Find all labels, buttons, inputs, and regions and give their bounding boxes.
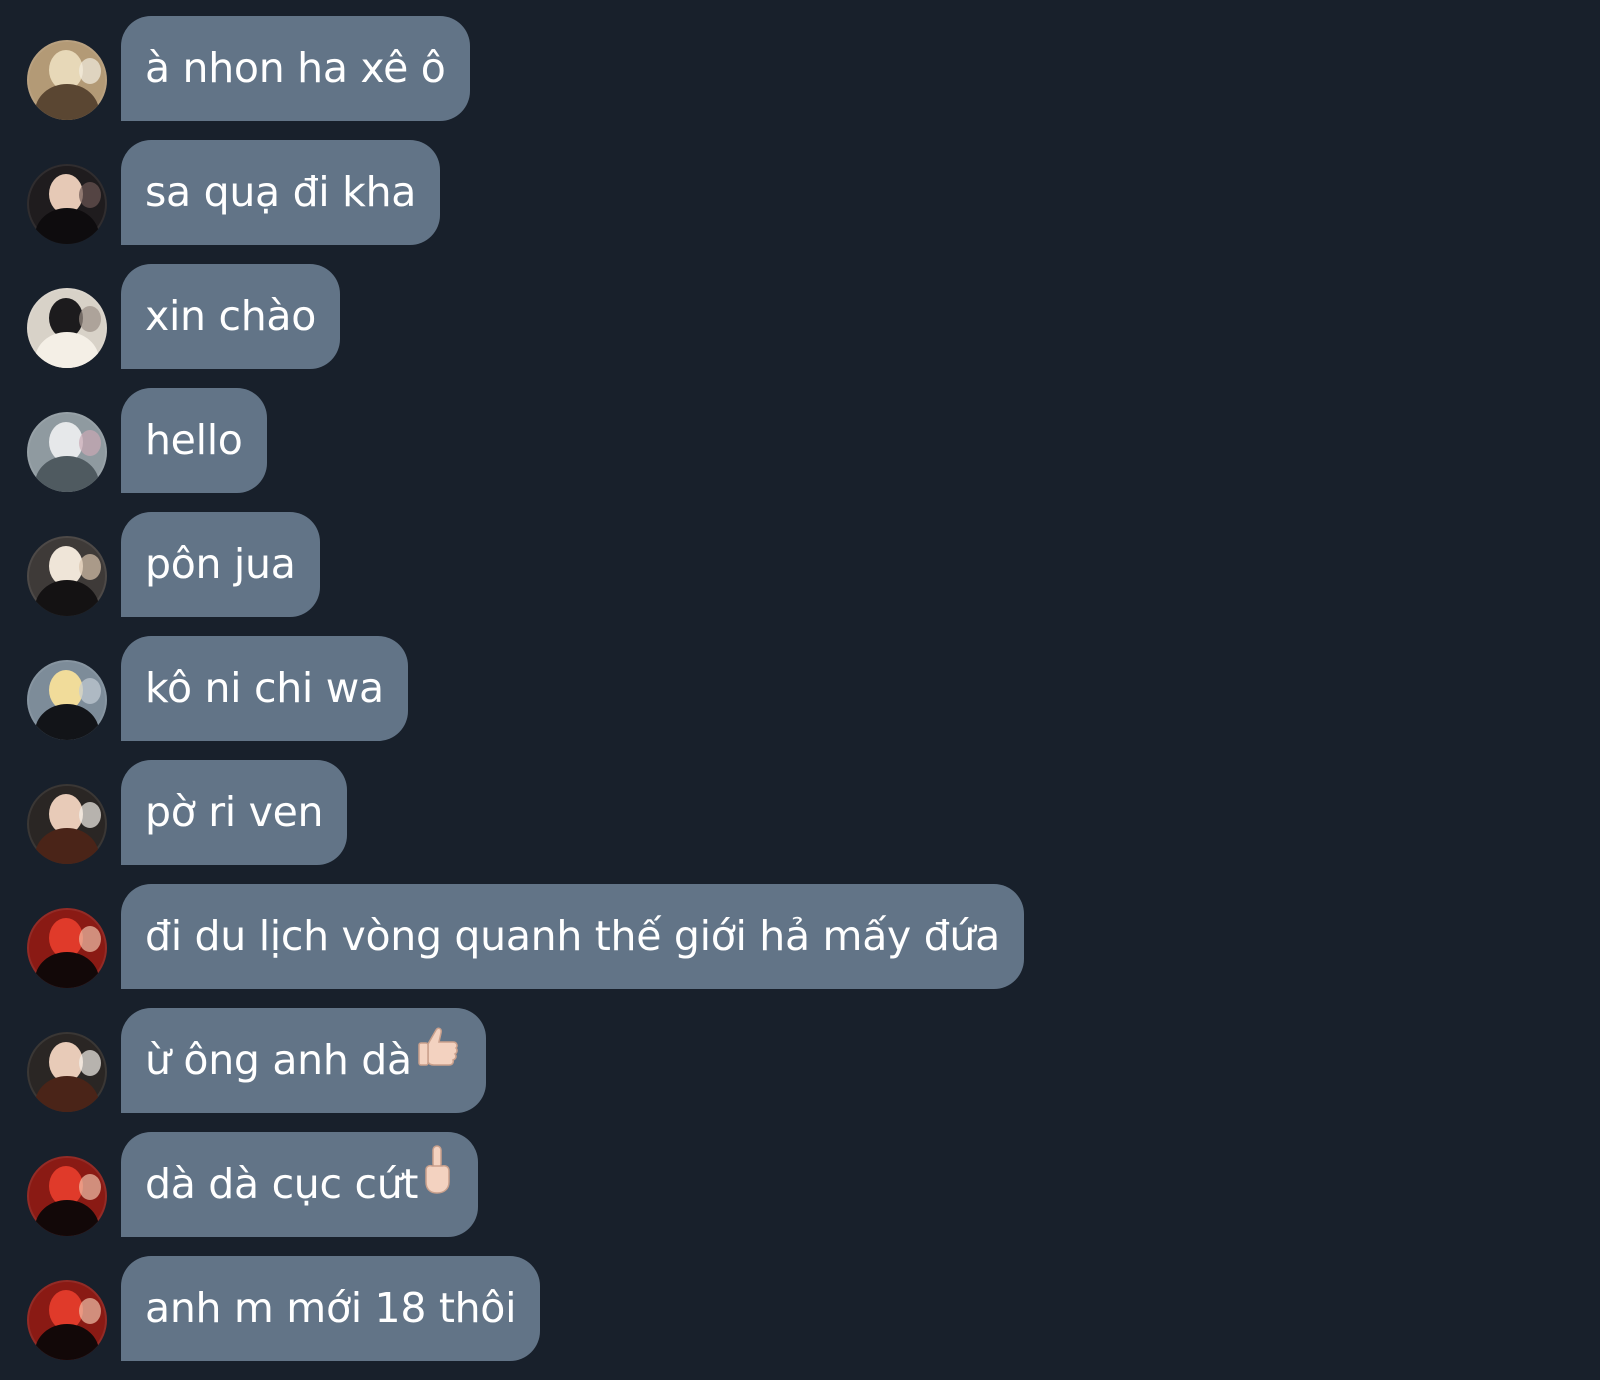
message-bubble[interactable]: pờ ri ven (121, 760, 348, 865)
message-row: pôn jua (0, 512, 1600, 636)
message-row: ừ ông anh dà (0, 1008, 1600, 1132)
chat-message-list: à nhon ha xê ô sa quạ đi kha xin chào hello… (0, 16, 1600, 1380)
message-bubble[interactable]: xin chào (121, 264, 341, 369)
user-avatar-8[interactable] (27, 908, 107, 988)
message-text: kô ni chi wa (145, 664, 384, 712)
message-bubble[interactable]: hello (121, 388, 267, 493)
message-text: dà dà cục cứt (145, 1160, 419, 1208)
message-text: anh m mới 18 thôi (145, 1284, 517, 1332)
user-avatar-6[interactable] (27, 660, 107, 740)
user-avatar-3[interactable] (27, 288, 107, 368)
message-row: anh m mới 18 thôi (0, 1256, 1600, 1380)
user-avatar-1[interactable] (27, 40, 107, 120)
user-avatar-10[interactable] (27, 1156, 107, 1236)
message-row: à nhon ha xê ô (0, 16, 1600, 140)
message-bubble[interactable]: anh m mới 18 thôi (121, 1256, 541, 1361)
message-row: sa quạ đi kha (0, 140, 1600, 264)
message-text: pôn jua (145, 540, 296, 588)
message-text: ừ ông anh dà (145, 1036, 412, 1084)
thumbs-up-icon (414, 1006, 462, 1111)
middle-finger-icon (420, 1130, 454, 1235)
user-avatar-9[interactable] (27, 1032, 107, 1112)
user-avatar-11[interactable] (27, 1280, 107, 1360)
message-text: xin chào (145, 292, 317, 340)
message-bubble[interactable]: sa quạ đi kha (121, 140, 441, 245)
message-text: sa quạ đi kha (145, 168, 417, 216)
message-row: hello (0, 388, 1600, 512)
message-bubble[interactable]: kô ni chi wa (121, 636, 408, 741)
user-avatar-4[interactable] (27, 412, 107, 492)
message-bubble[interactable]: à nhon ha xê ô (121, 16, 470, 121)
user-avatar-5[interactable] (27, 536, 107, 616)
message-bubble[interactable]: ừ ông anh dà (121, 1008, 486, 1113)
message-text: đi du lịch vòng quanh thế giới hả mấy đứ… (145, 912, 1000, 960)
message-bubble[interactable]: pôn jua (121, 512, 320, 617)
user-avatar-2[interactable] (27, 164, 107, 244)
message-bubble[interactable]: dà dà cục cứt (121, 1130, 479, 1237)
message-text: hello (145, 416, 243, 464)
message-bubble[interactable]: đi du lịch vòng quanh thế giới hả mấy đứ… (121, 884, 1024, 989)
message-text: à nhon ha xê ô (145, 44, 446, 92)
user-avatar-7[interactable] (27, 784, 107, 864)
message-row: dà dà cục cứt (0, 1132, 1600, 1256)
message-row: kô ni chi wa (0, 636, 1600, 760)
message-row: xin chào (0, 264, 1600, 388)
message-row: đi du lịch vòng quanh thế giới hả mấy đứ… (0, 884, 1600, 1008)
message-row: pờ ri ven (0, 760, 1600, 884)
message-text: pờ ri ven (145, 788, 324, 836)
